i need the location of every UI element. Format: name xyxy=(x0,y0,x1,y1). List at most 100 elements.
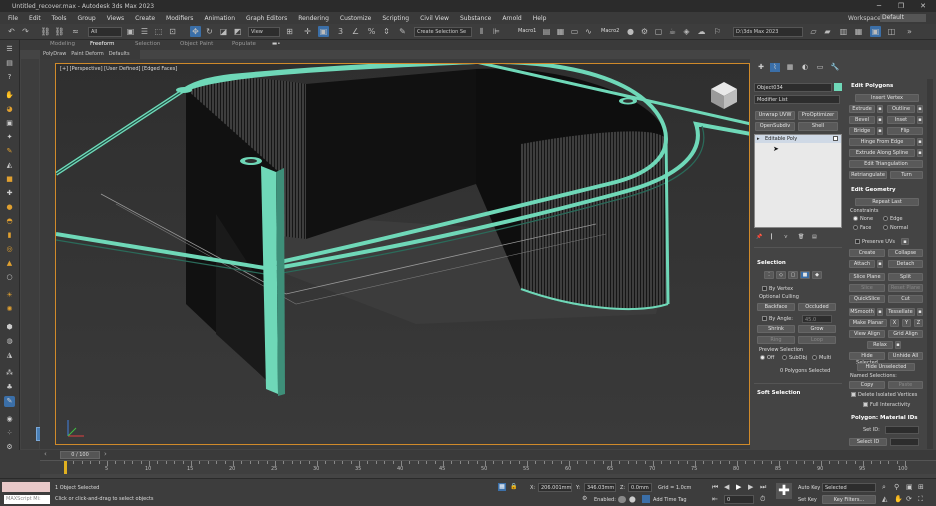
utilities-tab-icon[interactable]: 🔧 xyxy=(830,63,840,72)
inset-settings-icon[interactable]: ▪ xyxy=(917,116,923,124)
by-angle-field[interactable]: 45.0 xyxy=(802,315,832,323)
detach-button[interactable]: Detach xyxy=(888,260,923,268)
current-frame-field[interactable]: 0 xyxy=(724,495,754,504)
preview-subobj-radio[interactable] xyxy=(782,355,787,360)
attach-settings-icon[interactable]: ▪ xyxy=(877,260,883,268)
toggle-ribbon-icon[interactable]: ▭ xyxy=(569,26,580,37)
close-button[interactable]: ✕ xyxy=(912,0,934,12)
curve-editor-icon[interactable]: ∿ xyxy=(583,26,594,37)
perspective-viewport[interactable]: [+] [Perspective] [User Defined] [Edged … xyxy=(55,63,750,445)
unhide-all-button[interactable]: Unhide All xyxy=(888,352,923,360)
edit-named-selection-icon[interactable]: ✎ xyxy=(397,26,408,37)
reset-plane-button[interactable]: Reset Plane xyxy=(888,284,923,292)
attach-button[interactable]: Attach xyxy=(849,260,875,268)
element-level-icon[interactable]: ◆ xyxy=(812,271,822,279)
tab-object-paint[interactable]: Object Paint xyxy=(180,41,213,47)
key-selection-dropdown[interactable]: Selected xyxy=(822,483,876,492)
time-slider[interactable]: 0 / 100 xyxy=(60,451,100,459)
set-id-field[interactable] xyxy=(885,426,919,434)
select-id-field[interactable] xyxy=(890,438,919,446)
select-id-button[interactable]: Select ID xyxy=(849,438,887,446)
record-icon[interactable]: ⬤ xyxy=(629,496,637,503)
timeline-track[interactable]: F 0 5 10 15 20 25 30 35 40 45 50 55 60 6… xyxy=(10,460,936,474)
brush-icon[interactable]: ✎ xyxy=(4,146,15,157)
zoom-all-icon[interactable]: ⚲ xyxy=(894,483,899,491)
bevel-settings-icon[interactable]: ▪ xyxy=(877,116,883,124)
slice-button[interactable]: Slice xyxy=(849,284,885,292)
scene-explorer-icon[interactable]: ▤ xyxy=(541,26,552,37)
stack-item-row[interactable]: ▸ Editable Poly xyxy=(755,135,841,143)
sphere-wire-icon[interactable]: ◍ xyxy=(4,336,15,347)
menu-customize[interactable]: Customize xyxy=(340,15,372,22)
box-icon[interactable]: ■ xyxy=(4,174,15,185)
tab-freeform[interactable]: Freeform xyxy=(90,41,115,47)
align-icon[interactable]: ⊫ xyxy=(491,26,502,37)
pan-icon[interactable]: ✋ xyxy=(894,495,903,503)
loop-button[interactable]: Loop xyxy=(798,336,836,344)
macro2-button[interactable]: Macro2 xyxy=(601,28,619,34)
maximize-viewport-icon[interactable]: ⛶ xyxy=(918,495,923,504)
scale-icon[interactable]: ◪ xyxy=(218,26,229,37)
menu-graph-editors[interactable]: Graph Editors xyxy=(246,15,287,22)
tab-selection[interactable]: Selection xyxy=(135,41,160,47)
view-align-button[interactable]: View Align xyxy=(849,330,885,338)
named-selection-dropdown[interactable]: Create Selection Se xyxy=(414,27,472,37)
cylinder-icon[interactable]: ▮ xyxy=(4,230,15,241)
menu-file[interactable]: File xyxy=(8,15,18,22)
polygon-level-icon[interactable]: ■ xyxy=(800,271,810,279)
by-vertex-checkbox[interactable] xyxy=(762,286,767,291)
go-to-start-icon[interactable]: ⏮ xyxy=(712,483,718,492)
maxscript-listener[interactable] xyxy=(2,482,50,492)
globe-icon[interactable]: ◉ xyxy=(4,414,15,425)
light-icon[interactable]: ✦ xyxy=(4,132,15,143)
add-time-tag-button[interactable]: Add Time Tag xyxy=(653,497,687,503)
zoom-icon[interactable]: ⌕ xyxy=(882,483,886,492)
motion-tab-icon[interactable]: ◐ xyxy=(800,63,810,72)
make-planar-button[interactable]: Make Planar xyxy=(849,319,887,327)
full-interactivity-checkbox[interactable] xyxy=(863,402,868,407)
camera-icon[interactable]: ▣ xyxy=(4,118,15,129)
planar-z-button[interactable]: Z xyxy=(914,319,923,327)
menu-edit[interactable]: Edit xyxy=(29,15,41,22)
workspaces-dropdown[interactable]: Default xyxy=(880,14,926,22)
constraint-none-radio[interactable] xyxy=(853,216,858,221)
stack-item-toggle[interactable] xyxy=(833,136,838,141)
object-name-field[interactable]: Object034 xyxy=(754,83,832,92)
hinge-from-edge-button[interactable]: Hinge From Edge xyxy=(849,138,915,146)
torus-icon[interactable]: ◎ xyxy=(4,244,15,255)
particle-icon[interactable]: ⁂ xyxy=(4,368,15,379)
region-select-icon[interactable]: ⬚ xyxy=(153,26,164,37)
msmooth-button[interactable]: MSmooth xyxy=(849,308,875,316)
project-folder-icon[interactable]: ▱ xyxy=(808,26,819,37)
display-tab-icon[interactable]: ▭ xyxy=(815,63,825,72)
show-end-result-icon[interactable]: ┃ xyxy=(770,234,773,240)
shrink-button[interactable]: Shrink xyxy=(757,325,795,333)
collapse-button[interactable]: Collapse xyxy=(888,249,923,257)
outline-settings-icon[interactable]: ▪ xyxy=(917,105,923,113)
snaps-toggle-icon[interactable]: 3 xyxy=(335,26,346,37)
border-level-icon[interactable]: ▢ xyxy=(788,271,798,279)
pin-stack-icon[interactable]: 📌 xyxy=(756,234,762,240)
subtab-paint-deform[interactable]: Paint Deform xyxy=(71,51,104,57)
rotate-icon[interactable]: ↻ xyxy=(204,26,215,37)
z-coord-field[interactable]: 0.0mm xyxy=(628,483,652,492)
stack-item-editable-poly[interactable]: Editable Poly xyxy=(765,136,797,142)
preserve-uvs-checkbox[interactable] xyxy=(855,239,860,244)
edit-geometry-header[interactable]: Edit Geometry xyxy=(851,187,896,193)
x-coord-field[interactable]: 206.001mm xyxy=(538,483,572,492)
set-key-button[interactable]: Set Key xyxy=(798,497,817,503)
hide-selected-button[interactable]: Hide Selected xyxy=(849,352,885,366)
pivot-center-icon[interactable]: ⊞ xyxy=(284,26,295,37)
hierarchy-tab-icon[interactable]: ▦ xyxy=(785,63,795,72)
hand-icon[interactable]: ✋ xyxy=(4,90,15,101)
material-ids-header[interactable]: Polygon: Material IDs xyxy=(851,415,918,421)
zoom-extents-all-icon[interactable]: ⊞ xyxy=(918,483,924,491)
menu-create[interactable]: Create xyxy=(135,15,155,22)
adaptive-degradation-icon[interactable]: ⚙ xyxy=(582,495,587,502)
create-tab-icon[interactable]: ✚ xyxy=(756,63,766,72)
a360-icon[interactable]: ⚐ xyxy=(712,26,723,37)
y-coord-field[interactable]: 346.03mm xyxy=(584,483,616,492)
link-icon[interactable]: ⛓ xyxy=(40,26,51,37)
zoom-extents-icon[interactable]: ▣ xyxy=(906,483,913,491)
percent-snap-icon[interactable]: % xyxy=(366,26,377,37)
